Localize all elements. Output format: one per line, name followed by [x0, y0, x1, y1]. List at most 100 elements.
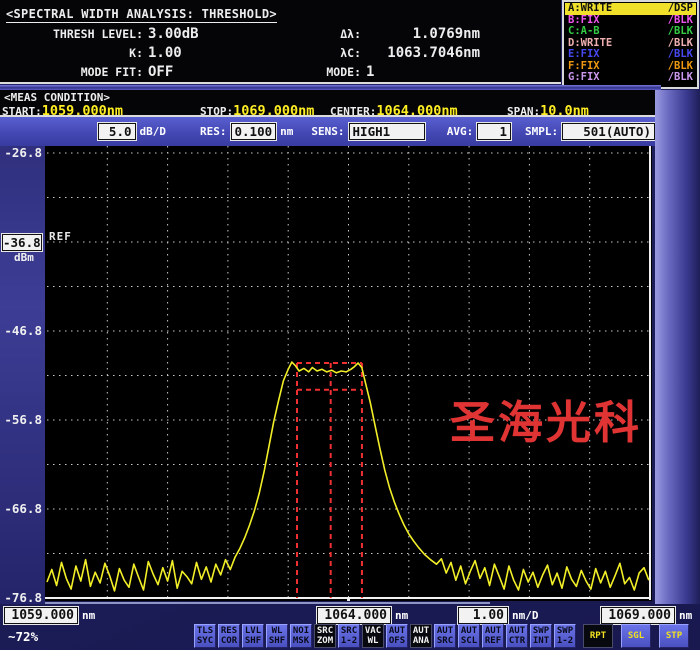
center-tick: [347, 598, 350, 601]
sens-field[interactable]: HIGH1: [348, 123, 425, 140]
trace-row[interactable]: C:A-B/BLK: [565, 25, 696, 38]
progress-percent: ~72%: [8, 629, 39, 644]
softkey-swp-int[interactable]: SWP INT: [530, 624, 552, 648]
softkey-label: AUT: [388, 626, 406, 636]
softkey-label: CTR: [508, 636, 526, 646]
y-axis-label: -46.8: [4, 323, 42, 338]
softkey-label: NOI: [292, 626, 310, 636]
softkey-aut-ofs[interactable]: AUT OFS: [386, 624, 408, 648]
softkey-aut-ctr[interactable]: AUT CTR: [506, 624, 528, 648]
mode-label: MODE:: [326, 65, 361, 79]
softkey-label: STP: [665, 631, 683, 641]
x-center-group: 1064.000 nm: [317, 607, 408, 624]
softkey-toolbar: TLS SYC RES COR LVL SHF WL SHF NOI MSK SRC ZOM SRC 1-…: [194, 624, 689, 648]
softkey-rpt[interactable]: RPT: [583, 624, 613, 648]
softkey-label: SWP: [532, 626, 550, 636]
trace-row[interactable]: A:WRITE/DSP: [565, 2, 696, 15]
avg-field[interactable]: 1: [477, 123, 512, 140]
analysis-title: <SPECTRAL WIDTH ANALYSIS: THRESHOLD>: [6, 7, 277, 23]
x-start-field[interactable]: 1059.000: [4, 607, 78, 624]
lambda-c-value: 1063.7046nm: [387, 45, 480, 61]
trace-table: A:WRITE/DSP B:FIX/BLK C:A-B/BLK D:WRITE/BLK…: [562, 0, 699, 89]
thresh-level-value: 3.00dB: [148, 26, 199, 42]
softkey-label: AUT: [508, 626, 526, 636]
smpl-label: SMPL:: [525, 125, 559, 138]
x-start-group: 1059.000 nm: [4, 607, 95, 624]
softkey-label: AUT: [484, 626, 502, 636]
softkey-label: ANA: [412, 636, 430, 646]
softkey-label: SYC: [196, 636, 214, 646]
y-axis-gutter: [0, 146, 45, 604]
smpl-field[interactable]: 501(AUTO): [562, 123, 655, 140]
softkey-label: 1-2: [340, 636, 358, 646]
softkey-aut-src[interactable]: AUT SRC: [434, 624, 456, 648]
softkey-stp[interactable]: STP: [659, 624, 689, 648]
softkey-label: SRC: [436, 636, 454, 646]
ref-level-value[interactable]: -36.8: [2, 234, 42, 251]
softkey-label: RPT: [589, 631, 607, 641]
x-start-unit: nm: [82, 609, 96, 622]
softkey-label: SCL: [460, 636, 478, 646]
x-stop-unit: nm: [679, 609, 693, 622]
softkey-label: SRC: [340, 626, 358, 636]
avg-label: AVG:: [446, 125, 474, 138]
res-label: RES:: [200, 125, 227, 138]
softkey-label: RES: [220, 626, 238, 636]
right-bevel-strip: [655, 90, 700, 604]
analysis-results: THRESH LEVEL: 3.00dB Δλ: 1.0769nm K: 1.0…: [6, 25, 561, 82]
softkey-noi-msk[interactable]: NOI MSK: [290, 624, 312, 648]
trace-status: /DSP: [667, 2, 693, 14]
watermark-text: 圣海光科: [450, 396, 643, 449]
softkey-res-cor[interactable]: RES COR: [218, 624, 240, 648]
mode-value: 1: [366, 64, 375, 80]
x-stop-group: 1069.000 nm: [601, 607, 692, 624]
softkey-label: ZOM: [316, 636, 334, 646]
softkey-label: 1-2: [556, 636, 574, 646]
y-axis-label: -26.8: [4, 145, 42, 160]
trace-id: A:WRITE: [568, 2, 613, 14]
y-axis-label: -66.8: [4, 501, 42, 516]
meas-condition-title: <MEAS CONDITION>: [4, 91, 110, 104]
softkey-vac-wl[interactable]: VAC WL: [362, 624, 384, 648]
softkey-src-1-2[interactable]: SRC 1-2: [338, 624, 360, 648]
level-scale-field[interactable]: 5.0: [98, 123, 136, 140]
softkey-sgl[interactable]: SGL: [621, 624, 651, 648]
meas-condition-panel: <MEAS CONDITION> START: 1059.000nm STOP:…: [0, 90, 661, 119]
softkey-label: AUT: [412, 626, 430, 636]
softkey-lvl-shf[interactable]: LVL SHF: [242, 624, 264, 648]
sens-label: SENS:: [311, 125, 345, 138]
y-axis-label: -56.8: [4, 412, 42, 427]
y-axis-label: -76.8: [4, 590, 42, 605]
softkey-label: VAC: [364, 626, 382, 636]
trace-status: /BLK: [667, 71, 693, 83]
x-center-unit: nm: [395, 609, 409, 622]
softkey-label: AUT: [436, 626, 454, 636]
trace-row[interactable]: G:FIX/BLK: [565, 71, 696, 84]
trace-status: /BLK: [667, 48, 693, 60]
res-field[interactable]: 0.100: [230, 123, 277, 140]
softkey-aut-ana[interactable]: AUT ANA: [410, 624, 432, 648]
delta-lambda-label: Δλ:: [340, 27, 361, 41]
ref-level-label: REF: [49, 230, 72, 243]
spectral-width-analysis-panel: <SPECTRAL WIDTH ANALYSIS: THRESHOLD> THR…: [0, 0, 561, 84]
x-stop-field[interactable]: 1069.000: [601, 607, 675, 624]
softkey-wl-shf[interactable]: WL SHF: [266, 624, 288, 648]
x-scale-group: 1.00 nm/D: [458, 607, 539, 624]
trace-id: G:FIX: [568, 71, 600, 83]
softkey-src-zom[interactable]: SRC ZOM: [314, 624, 336, 648]
trace-id: C:A-B: [568, 25, 600, 37]
softkey-label: SRC: [316, 626, 334, 636]
softkey-aut-ref[interactable]: AUT REF: [482, 624, 504, 648]
softkey-swp-1-2[interactable]: SWP 1-2: [554, 624, 576, 648]
x-center-field[interactable]: 1064.000: [317, 607, 391, 624]
trace-row[interactable]: E:FIX/BLK: [565, 48, 696, 61]
softkey-aut-scl[interactable]: AUT SCL: [458, 624, 480, 648]
softkey-tls-syc[interactable]: TLS SYC: [194, 624, 216, 648]
x-scale-unit: nm/D: [512, 609, 539, 622]
softkey-label: COR: [220, 636, 238, 646]
span-position-bar[interactable]: [45, 602, 490, 604]
x-scale-field[interactable]: 1.00: [458, 607, 508, 624]
softkey-label: SGL: [627, 631, 645, 641]
softkey-label: LVL: [244, 626, 262, 636]
thresh-level-label: THRESH LEVEL:: [52, 27, 143, 41]
